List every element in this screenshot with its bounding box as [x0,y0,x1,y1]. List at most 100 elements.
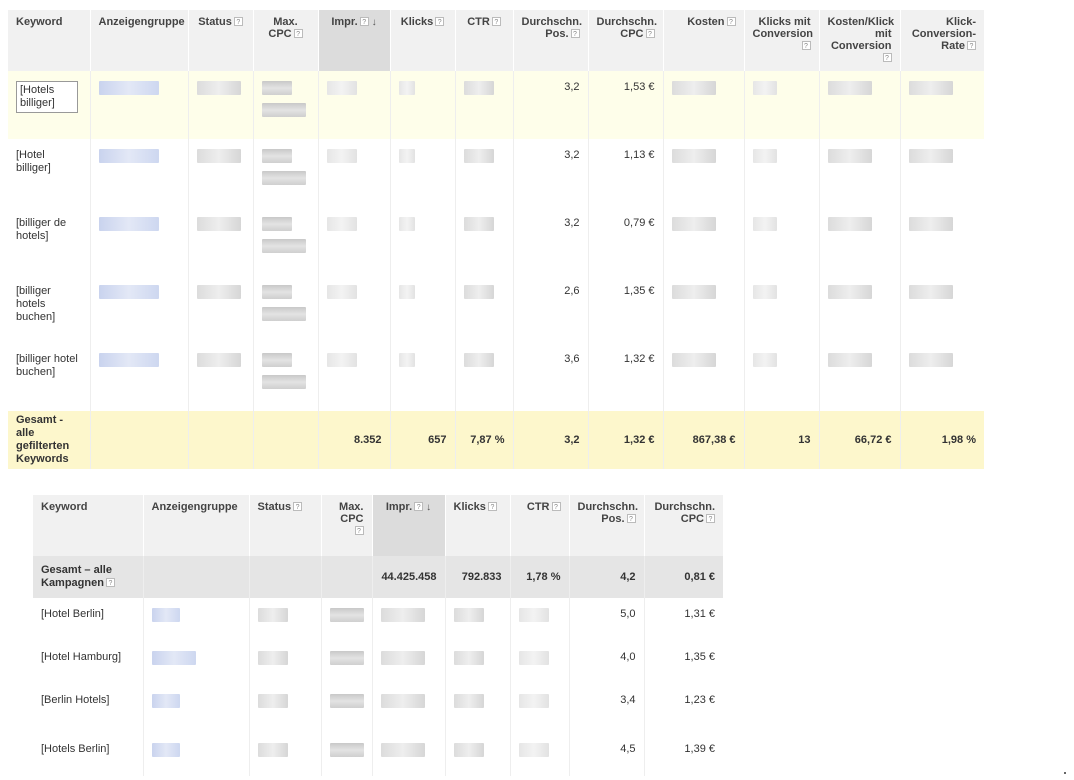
keyword-cell[interactable]: [Hotel billiger] [8,139,90,207]
sort-descending-icon: ↓ [426,502,432,513]
avg-position-cell: 5,0 [568,598,644,641]
redacted-value [261,217,292,231]
column-header-status[interactable]: Status? [187,10,253,71]
table-row[interactable]: [billiger hotel buchen] 3,6 1,32 € [8,343,984,411]
column-header-durchschn-pos[interactable]: Durchschn. Pos.? [568,495,644,556]
help-icon[interactable]: ? [967,41,976,50]
keyword-cell[interactable]: [billiger hotels buchen] [8,275,90,343]
table-row[interactable]: [Berlin Hotels] 3,4 1,23 € [33,684,723,733]
redacted-value [827,217,872,231]
redacted-value [257,608,288,622]
column-header-klicks[interactable]: Klicks? [389,10,455,71]
redacted-value [261,81,292,95]
redacted-value [151,651,196,665]
keyword-text[interactable]: [Hotel Hamburg] [41,651,121,663]
keyword-text[interactable]: [Hotel Berlin] [41,608,104,620]
help-icon[interactable]: ? [105,578,115,587]
table-row[interactable]: [Hotels Berlin] 4,5 1,39 € [33,733,723,776]
help-icon[interactable]: ? [570,29,580,38]
redacted-cell [371,641,445,684]
redacted-cell [389,71,455,139]
help-icon[interactable]: ? [487,502,497,511]
column-header-klicks[interactable]: Klicks? [444,495,510,556]
avg-position-cell: 3,2 [512,71,588,139]
table-row[interactable]: [billiger hotels buchen] 2,6 1,35 € [8,275,984,343]
table-row[interactable]: [Hotel Berlin] 5,0 1,31 € [33,598,723,641]
keyword-cell[interactable]: [Hotels billiger] [8,71,90,139]
redacted-cell [899,343,984,411]
help-icon[interactable]: ? [706,514,715,523]
help-icon[interactable]: ? [882,53,892,62]
table-row[interactable]: [Hotel billiger] 3,2 1,13 € [8,139,984,207]
help-icon[interactable]: ? [233,17,243,26]
column-header-max-cpc[interactable]: Max. CPC? [320,495,372,556]
redacted-value [671,353,716,367]
keyword-cell[interactable]: [billiger de hotels] [8,207,90,275]
column-header-keyword[interactable]: Keyword [8,10,90,71]
redacted-cell [252,275,318,343]
column-header-ctr[interactable]: CTR? [454,10,513,71]
column-header-keyword[interactable]: Keyword [33,495,143,556]
table-row[interactable]: [billiger de hotels] 3,2 0,79 € [8,207,984,275]
keyword-cell[interactable]: [billiger hotel buchen] [8,343,90,411]
redacted-cell [662,71,744,139]
keyword-cell[interactable]: [Hotel Berlin] [33,598,143,641]
column-header-durchschn-cpc[interactable]: Durchschn. CPC? [587,10,663,71]
keyword-cell[interactable]: [Hotels Berlin] [33,733,143,776]
empty-cell [252,411,318,469]
redacted-value [752,81,777,95]
avg-position-cell: 3,6 [512,343,588,411]
help-icon[interactable]: ? [551,502,561,511]
keyword-text[interactable]: [Hotel billiger] [16,149,51,174]
help-icon[interactable]: ? [359,17,369,26]
column-header-durchschn-cpc[interactable]: Durchschn. CPC? [643,495,723,556]
help-icon[interactable]: ? [726,17,736,26]
column-header-klick-conversion-rate[interactable]: Klick-Conversion-Rate? [899,10,984,71]
column-header-impr[interactable]: Impr.? ↓ [317,10,390,71]
help-icon[interactable]: ? [491,17,501,26]
help-icon[interactable]: ? [354,526,364,535]
redacted-cell [89,343,188,411]
help-icon[interactable]: ? [414,502,424,511]
help-icon[interactable]: ? [293,502,303,511]
redacted-cell [317,275,390,343]
avg-cpc-cell: 1,35 € [587,275,663,343]
redacted-cell [252,207,318,275]
column-header-ctr[interactable]: CTR? [509,495,569,556]
redacted-value [827,353,872,367]
column-header-anzeigengruppe[interactable]: Anzeigengruppe [142,495,249,556]
column-header-durchschn-pos[interactable]: Durchschn. Pos.? [512,10,588,71]
redacted-value [671,149,716,163]
redacted-value [151,743,180,757]
column-header-status[interactable]: Status? [248,495,321,556]
redacted-value [326,149,357,163]
keyword-cell[interactable]: [Hotel Hamburg] [33,641,143,684]
table-row[interactable]: [Hotels billiger] 3,2 1,53 € [8,71,984,139]
help-icon[interactable]: ? [293,29,303,38]
help-icon[interactable]: ? [435,17,445,26]
help-icon[interactable]: ? [801,41,811,50]
column-header-anzeigengruppe[interactable]: Anzeigengruppe [89,10,188,71]
table-row[interactable]: [Hotel Hamburg] 4,0 1,35 € [33,641,723,684]
column-header-max-cpc[interactable]: Max. CPC? [252,10,318,71]
redacted-value [827,81,872,95]
keyword-text[interactable]: [billiger hotel buchen] [16,353,78,378]
redacted-value [196,285,241,299]
help-icon[interactable]: ? [645,29,655,38]
keyword-text[interactable]: [Hotels billiger] [16,81,78,113]
keyword-cell[interactable]: [Berlin Hotels] [33,684,143,733]
column-header-klicks-mit-conversion[interactable]: Klicks mit Conversion? [743,10,819,71]
keyword-text[interactable]: [billiger hotels buchen] [16,285,55,323]
column-header-kosten[interactable]: Kosten? [662,10,744,71]
column-header-label: Klicks [453,501,486,513]
keyword-text[interactable]: [Hotels Berlin] [41,743,109,755]
keyword-text[interactable]: [Berlin Hotels] [41,694,109,706]
empty-cell [187,411,253,469]
total-avg-cpc: 1,32 € [587,411,663,469]
column-header-impr[interactable]: Impr.? ↓ [371,495,445,556]
column-header-kosten-klick-mit-conversion[interactable]: Kosten/Klick mit Conversion? [818,10,900,71]
redacted-cell [371,684,445,733]
keyword-text[interactable]: [billiger de hotels] [16,217,66,242]
help-icon[interactable]: ? [626,514,636,523]
redacted-value [98,353,159,367]
